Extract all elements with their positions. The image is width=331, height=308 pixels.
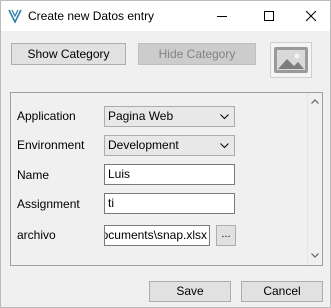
app-logo-icon [8, 9, 22, 24]
application-label: Application [17, 109, 76, 123]
assignment-input[interactable]: ti [104, 193, 235, 214]
chevron-down-icon [220, 143, 229, 149]
maximize-icon [264, 11, 274, 21]
close-button[interactable] [292, 1, 330, 31]
window-title: Create new Datos entry [28, 9, 155, 23]
form-panel: Application Pagina Web Environment Devel… [10, 92, 323, 266]
application-dropdown[interactable]: Pagina Web [104, 106, 235, 127]
maximize-button[interactable] [250, 1, 288, 31]
archivo-path-input[interactable]: ocuments\snap.xlsx [104, 225, 210, 246]
name-input[interactable]: Luis [104, 164, 235, 185]
browse-button[interactable]: ... [216, 225, 236, 246]
environment-label: Environment [17, 138, 85, 152]
assignment-label: Assignment [17, 197, 80, 211]
picture-icon[interactable] [270, 42, 312, 78]
chevron-down-icon [220, 114, 229, 120]
scroll-down-icon[interactable] [311, 253, 319, 258]
show-category-button[interactable]: Show Category [11, 43, 126, 65]
hide-category-button[interactable]: Hide Category [138, 43, 256, 65]
close-icon [305, 10, 317, 22]
save-button[interactable]: Save [149, 281, 231, 302]
environment-value: Development [108, 138, 179, 152]
cancel-button[interactable]: Cancel [241, 281, 323, 302]
minimize-button[interactable] [203, 1, 241, 31]
title-bar[interactable]: Create new Datos entry [1, 1, 330, 31]
dialog-window: Create new Datos entry Show Category Hid… [0, 0, 331, 308]
name-label: Name [17, 168, 50, 182]
vertical-scrollbar[interactable] [307, 93, 322, 265]
archivo-label: archivo [17, 228, 56, 242]
environment-dropdown[interactable]: Development [104, 135, 235, 156]
scroll-up-icon[interactable] [311, 99, 319, 104]
minimize-icon [217, 16, 227, 17]
application-value: Pagina Web [108, 109, 174, 123]
